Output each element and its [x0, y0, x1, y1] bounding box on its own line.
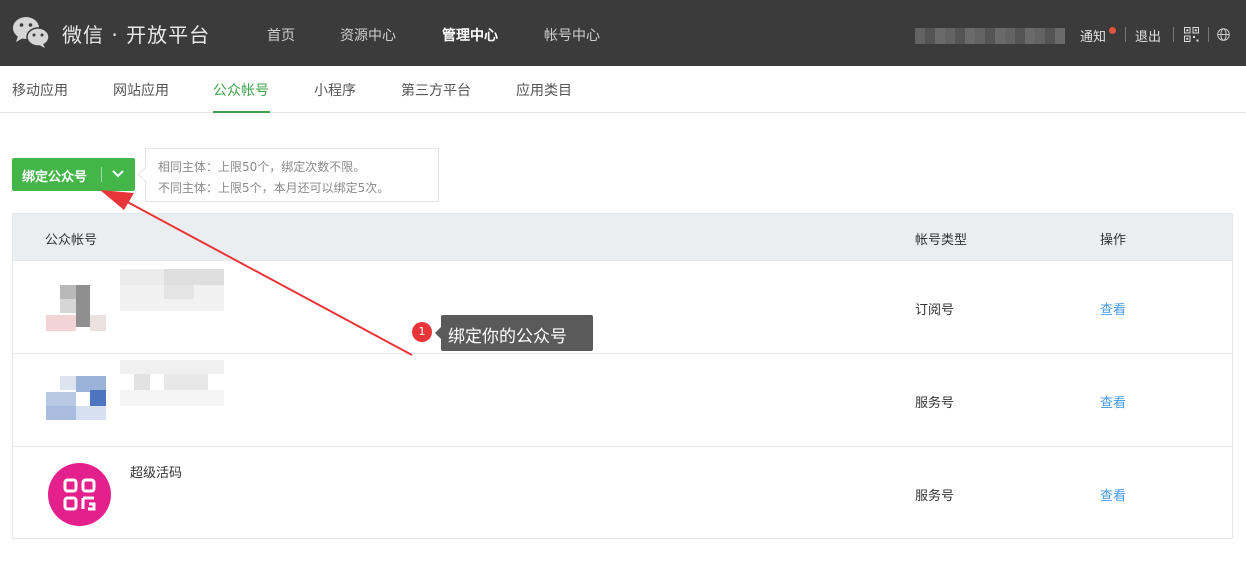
- notify-link[interactable]: 通知: [1080, 26, 1106, 45]
- sub-tabs: 移动应用 网站应用 公众帐号 小程序 第三方平台 应用类目: [0, 66, 1246, 113]
- nav-management-center[interactable]: 管理中心: [442, 25, 498, 45]
- nav-resource-center[interactable]: 资源中心: [340, 25, 396, 45]
- tab-official-accounts[interactable]: 公众帐号: [213, 80, 269, 100]
- accounts-table: 公众帐号 帐号类型 操作 订阅号 查看 服务号 查看 超级活码 服务号 查看: [12, 213, 1233, 539]
- account-avatar: [48, 463, 111, 526]
- brand-title: 微信 · 开放平台: [62, 23, 211, 47]
- nav-account-center[interactable]: 帐号中心: [544, 25, 600, 45]
- account-type: 订阅号: [915, 303, 955, 318]
- active-tab-indicator: [213, 111, 270, 113]
- table-row: 超级活码 服务号 查看: [13, 446, 1232, 539]
- view-link[interactable]: 查看: [1100, 299, 1126, 318]
- button-divider: [101, 167, 102, 182]
- globe-icon[interactable]: [1217, 28, 1230, 41]
- qr-code-icon[interactable]: [1184, 27, 1199, 42]
- table-row: 订阅号 查看: [13, 260, 1232, 353]
- view-link[interactable]: 查看: [1100, 392, 1126, 411]
- bind-limit-info: 相同主体：上限50个，绑定次数不限。 不同主体：上限5个，本月还可以绑定5次。: [145, 148, 439, 202]
- account-type: 服务号: [915, 396, 955, 411]
- bind-official-account-button[interactable]: 绑定公众号: [12, 158, 135, 191]
- divider: [1208, 27, 1209, 42]
- header-action: 操作: [1100, 233, 1127, 248]
- chevron-down-icon[interactable]: [109, 166, 127, 182]
- account-name: 超级活码: [130, 466, 183, 481]
- tab-mini-programs[interactable]: 小程序: [314, 80, 356, 100]
- annotation-tooltip: 绑定你的公众号: [435, 315, 593, 351]
- tab-app-categories[interactable]: 应用类目: [516, 80, 572, 100]
- tab-mobile-apps[interactable]: 移动应用: [12, 80, 68, 100]
- notification-dot-icon: [1109, 27, 1116, 34]
- tab-website-apps[interactable]: 网站应用: [113, 80, 169, 100]
- annotation-text: 绑定你的公众号: [448, 327, 567, 347]
- wechat-logo-icon[interactable]: [12, 15, 50, 49]
- divider: [1173, 27, 1174, 42]
- user-name-blurred[interactable]: [915, 28, 1065, 44]
- bind-button-label: 绑定公众号: [22, 170, 88, 185]
- header-account: 公众帐号: [45, 233, 98, 248]
- annotation-badge: 1: [412, 322, 432, 342]
- account-type: 服务号: [915, 489, 955, 504]
- divider: [1125, 27, 1126, 42]
- bind-info-different-entity: 不同主体：上限5个，本月还可以绑定5次。: [158, 181, 390, 195]
- tab-third-party-platform[interactable]: 第三方平台: [401, 80, 471, 100]
- bind-info-same-entity: 相同主体：上限50个，绑定次数不限。: [158, 160, 366, 174]
- header-type: 帐号类型: [915, 233, 968, 248]
- qr-code-icon: [63, 478, 96, 511]
- logout-link[interactable]: 退出: [1135, 26, 1161, 45]
- view-link[interactable]: 查看: [1100, 485, 1126, 504]
- top-bar: 微信 · 开放平台 首页 资源中心 管理中心 帐号中心 通知 退出: [0, 0, 1246, 66]
- table-row: 服务号 查看: [13, 353, 1232, 446]
- nav-home[interactable]: 首页: [267, 25, 295, 45]
- table-header: 公众帐号 帐号类型 操作: [13, 214, 1232, 260]
